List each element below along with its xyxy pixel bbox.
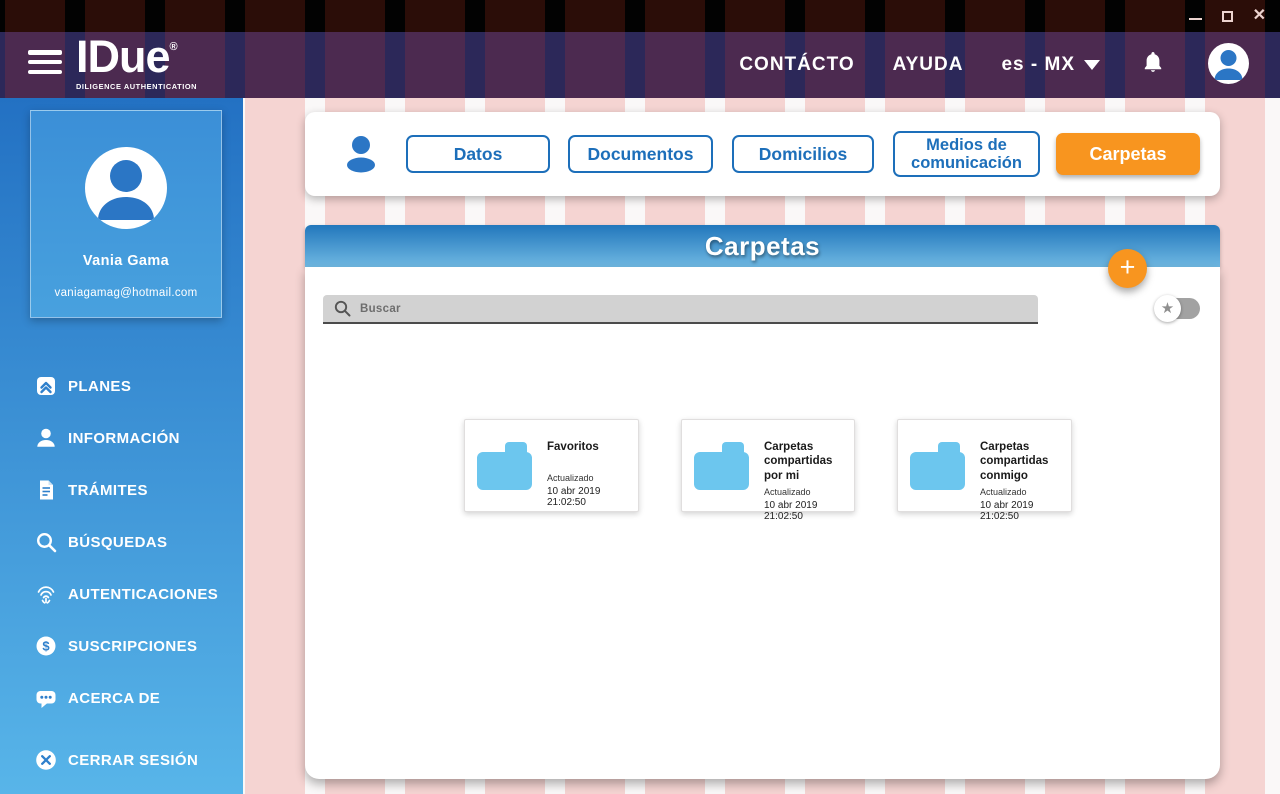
sidebar-nav: PLANES INFORMACIÓN TRÁMITES BÚSQUEDAS AU… <box>0 360 243 724</box>
folder-updated-label: Actualizado <box>547 473 594 483</box>
star-icon: ★ <box>1154 295 1181 322</box>
profile-email: vaniagamag@hotmail.com <box>54 287 198 299</box>
registered-mark: ® <box>169 41 178 53</box>
language-select[interactable]: es - MX <box>1001 54 1100 76</box>
add-folder-button[interactable]: + <box>1108 249 1147 288</box>
folder-name: Carpetas compartidas por mi <box>764 441 833 482</box>
svg-text:$: $ <box>42 639 50 654</box>
brand-name: IDue <box>76 31 171 82</box>
header-nav: CONTÁCTO AYUDA es - MX <box>739 32 1100 98</box>
brand-logo: IDue® DILIGENCE AUTHENTICATION <box>76 34 198 91</box>
search-icon <box>334 300 351 317</box>
favorites-toggle[interactable]: ★ <box>1154 295 1200 322</box>
brand-tagline: DILIGENCE AUTHENTICATION <box>76 81 198 91</box>
panel-title: Carpetas <box>704 231 821 261</box>
folder-updated-date: 10 abr 2019 21:02:50 <box>980 500 1034 523</box>
tab-bar: Datos Documentos Domicilios Medios de co… <box>305 112 1220 196</box>
search-input[interactable] <box>360 302 1038 315</box>
user-avatar[interactable] <box>1208 43 1249 84</box>
person-icon <box>341 133 381 180</box>
folder-name: Favoritos <box>547 441 599 453</box>
folder-icon <box>694 442 749 490</box>
sidebar-item-planes[interactable]: PLANES <box>0 360 243 412</box>
nav-ayuda[interactable]: AYUDA <box>893 54 964 76</box>
sidebar-item-autenticaciones[interactable]: AUTENTICACIONES <box>0 568 243 620</box>
folders-panel-body: Favoritos Actualizado 10 abr 2019 21:02:… <box>305 267 1220 779</box>
nav-contacto[interactable]: CONTÁCTO <box>739 54 854 76</box>
logout-icon <box>34 748 58 772</box>
document-icon <box>34 478 58 502</box>
window-controls: ✕ <box>1188 0 1266 32</box>
tab-medios-de-comunicacion[interactable]: Medios de comunicación <box>893 131 1040 177</box>
folder-card-favoritos[interactable]: Favoritos Actualizado 10 abr 2019 21:02:… <box>464 419 639 512</box>
folder-card-compartidas-conmigo[interactable]: Carpetas compartidas conmigo Actualizado… <box>897 419 1072 522</box>
sidebar-item-label: ACERCA DE <box>68 689 161 707</box>
tab-carpetas[interactable]: Carpetas <box>1056 133 1200 175</box>
folder-updated-label: Actualizado <box>980 487 1027 498</box>
sidebar-item-busquedas[interactable]: BÚSQUEDAS <box>0 516 243 568</box>
folder-card-compartidas-por-mi[interactable]: Carpetas compartidas por mi Actualizado … <box>681 419 855 522</box>
sidebar: Vania Gama vaniagamag@hotmail.com PLANES… <box>0 98 243 794</box>
sidebar-item-label: AUTENTICACIONES <box>68 585 219 603</box>
app-window: ✕ IDue® DILIGENCE AUTHENTICATION CONTÁCT… <box>0 0 1280 794</box>
sidebar-item-suscripciones[interactable]: $ SUSCRIPCIONES <box>0 620 243 672</box>
language-value: es - MX <box>1001 54 1075 75</box>
fingerprint-icon <box>34 582 58 606</box>
maximize-icon[interactable] <box>1221 6 1233 26</box>
dollar-icon: $ <box>34 634 58 658</box>
sidebar-item-acerca-de[interactable]: ACERCA DE <box>0 672 243 724</box>
titlebar: ✕ <box>0 0 1280 32</box>
folder-name: Carpetas compartidas conmigo <box>980 441 1049 482</box>
tab-documentos[interactable]: Documentos <box>568 135 713 173</box>
tab-domicilios[interactable]: Domicilios <box>732 135 874 173</box>
plans-icon <box>34 374 58 398</box>
chat-icon <box>34 686 58 710</box>
folders-panel-header: Carpetas <box>305 225 1220 267</box>
notifications-bell-icon[interactable] <box>1142 51 1164 80</box>
folder-icon <box>477 442 532 490</box>
folder-icon <box>910 442 965 490</box>
sidebar-item-informacion[interactable]: INFORMACIÓN <box>0 412 243 464</box>
folder-search <box>323 295 1038 324</box>
sidebar-item-label: INFORMACIÓN <box>68 429 180 447</box>
minimize-icon[interactable] <box>1188 6 1202 26</box>
profile-avatar <box>85 147 167 229</box>
hamburger-menu-icon[interactable] <box>28 50 62 74</box>
chevron-down-icon <box>1084 60 1100 70</box>
profile-card: Vania Gama vaniagamag@hotmail.com <box>30 110 222 318</box>
profile-name: Vania Gama <box>82 253 170 269</box>
folder-updated-date: 10 abr 2019 21:02:50 <box>764 500 818 523</box>
person-icon <box>34 426 58 450</box>
sidebar-item-cerrar-sesion[interactable]: CERRAR SESIÓN <box>0 734 198 786</box>
sidebar-item-label: CERRAR SESIÓN <box>68 751 199 769</box>
folder-updated-label: Actualizado <box>764 487 811 498</box>
folders-panel: Carpetas + Favoritos Actualizado 10 abr … <box>305 225 1220 779</box>
close-icon[interactable]: ✕ <box>1253 6 1266 26</box>
tab-datos[interactable]: Datos <box>406 135 550 173</box>
sidebar-item-label: SUSCRIPCIONES <box>68 637 198 655</box>
sidebar-item-label: TRÁMITES <box>68 481 148 499</box>
sidebar-item-label: BÚSQUEDAS <box>68 533 168 551</box>
sidebar-item-label: PLANES <box>68 377 132 395</box>
folder-updated-date: 10 abr 2019 21:02:50 <box>547 486 601 508</box>
sidebar-item-tramites[interactable]: TRÁMITES <box>0 464 243 516</box>
search-icon <box>34 530 58 554</box>
